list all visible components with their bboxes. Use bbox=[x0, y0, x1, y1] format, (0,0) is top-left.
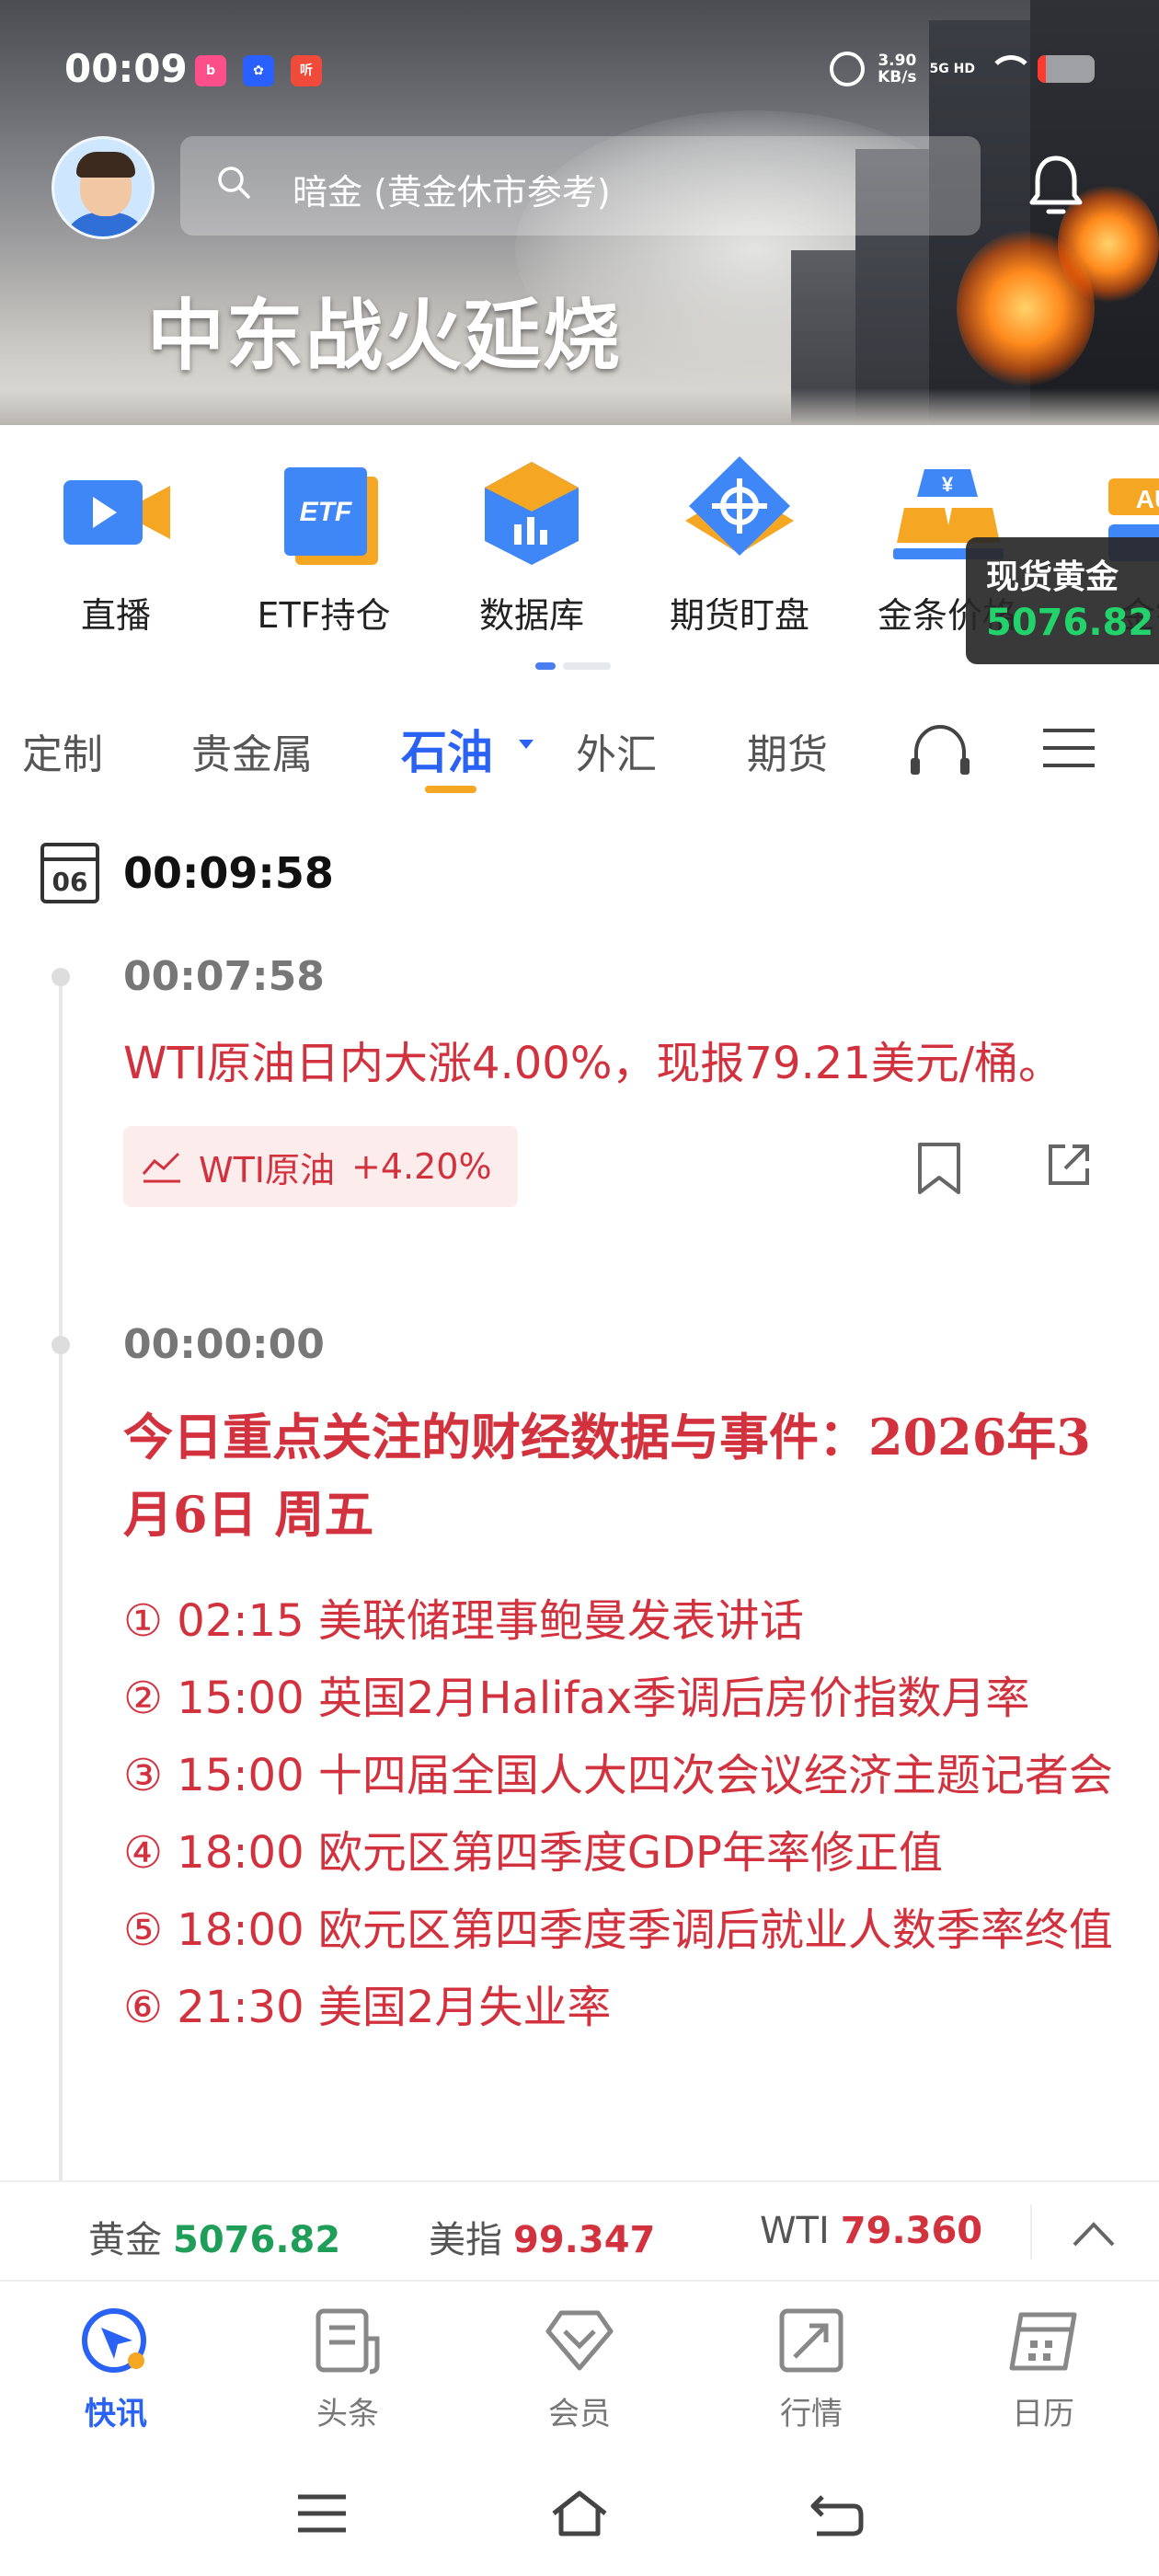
list-item: ② 15:00 英国2月Halifax季调后房价指数月率 bbox=[123, 1673, 1030, 1724]
home-icon[interactable] bbox=[550, 2488, 609, 2539]
floating-quote-value: 5076.82 bbox=[986, 602, 1154, 644]
calendar-icon: 06 bbox=[40, 843, 99, 903]
quote-tag-change: +4.20% bbox=[351, 1146, 492, 1187]
alarm-icon bbox=[830, 52, 866, 86]
price-ticker[interactable]: 黄金 5076.82 美指 99.347 WTI 79.360 bbox=[0, 2180, 1159, 2282]
tab-custom[interactable]: 定制 bbox=[22, 721, 103, 780]
target-diamond-icon bbox=[685, 456, 794, 556]
diamond-icon bbox=[545, 2310, 614, 2371]
list-item: ⑤ 18:00 欧元区第四季度季调后就业人数季率终值 bbox=[123, 1904, 1113, 1956]
tab-precious-metals[interactable]: 贵金属 bbox=[191, 721, 313, 780]
quote-tag-name: WTI原油 bbox=[199, 1149, 335, 1190]
ticker-gold[interactable]: 黄金 5076.82 bbox=[88, 2210, 340, 2263]
baidu-app-icon: ✿ bbox=[243, 55, 274, 86]
quick-entry-etf[interactable]: ETF ETF持仓 bbox=[232, 451, 416, 638]
ticker-wti[interactable]: WTI 79.360 bbox=[760, 2210, 982, 2252]
share-icon[interactable] bbox=[1045, 1141, 1093, 1189]
menu-icon[interactable] bbox=[1041, 727, 1096, 769]
database-cube-icon bbox=[485, 462, 579, 565]
recent-apps-icon[interactable] bbox=[293, 2488, 351, 2539]
carousel-indicator bbox=[535, 662, 611, 670]
nav-flash[interactable]: 快讯 bbox=[42, 2302, 189, 2433]
category-tabs: 定制 贵金属 石油 外汇 期货 bbox=[0, 708, 1159, 800]
document-icon bbox=[316, 2308, 380, 2375]
event-list: ① 02:15 美联储理事鲍曼发表讲话 ② 15:00 英国2月Halifax季… bbox=[123, 1582, 1117, 2046]
list-item: ⑥ 21:30 美国2月失业率 bbox=[123, 1982, 612, 2033]
status-bar: 00:09 b ✿ 听 3.90 KB/s 5G HD bbox=[0, 0, 1159, 138]
avatar[interactable] bbox=[52, 136, 155, 239]
nav-calendar[interactable]: 日历 bbox=[970, 2302, 1117, 2433]
ticker-dollar-index[interactable]: 美指 99.347 bbox=[429, 2210, 655, 2263]
svg-text:ETF: ETF bbox=[300, 497, 352, 527]
back-icon[interactable] bbox=[808, 2488, 866, 2539]
svg-text:¥: ¥ bbox=[942, 473, 954, 496]
calendar-icon bbox=[1009, 2312, 1077, 2371]
etf-icon: ETF bbox=[284, 467, 378, 565]
tab-oil[interactable]: 石油 bbox=[401, 716, 493, 782]
timeline-dot bbox=[52, 968, 70, 986]
bookmark-icon[interactable] bbox=[916, 1141, 962, 1196]
feed-date-header: 06 00:09:58 bbox=[40, 841, 334, 905]
nav-headlines[interactable]: 头条 bbox=[274, 2302, 421, 2433]
nav-membership[interactable]: 会员 bbox=[506, 2302, 653, 2433]
listen-app-icon: 听 bbox=[291, 55, 322, 86]
news-time: 00:07:58 bbox=[123, 953, 325, 1000]
flash-news-icon bbox=[82, 2308, 146, 2373]
news-text: WTI原油日内大涨4.00%，现报79.21美元/桶。 bbox=[123, 1038, 1063, 1089]
banner-title: 中东战火延烧 bbox=[147, 290, 623, 381]
quick-entry-futures-watch[interactable]: 期货盯盘 bbox=[648, 451, 832, 638]
signal-icon: 5G HD bbox=[929, 62, 975, 76]
bilibili-app-icon: b bbox=[195, 55, 226, 86]
tab-futures[interactable]: 期货 bbox=[747, 721, 828, 780]
rubble-ground bbox=[0, 388, 1159, 425]
battery-icon bbox=[1038, 55, 1095, 83]
list-item: ④ 18:00 欧元区第四季度GDP年率修正值 bbox=[123, 1827, 943, 1879]
quote-tag[interactable]: WTI原油 +4.20% bbox=[123, 1126, 518, 1207]
bottom-nav: 快讯 头条 会员 行情 日历 bbox=[0, 2283, 1159, 2440]
list-item: ③ 15:00 十四届全国人大四次会议经济主题记者会 bbox=[123, 1750, 1113, 1801]
quick-entry-database[interactable]: 数据库 bbox=[440, 451, 624, 638]
nav-market[interactable]: 行情 bbox=[738, 2302, 885, 2433]
search-bar[interactable]: 暗金 (黄金休市参考) bbox=[180, 136, 981, 236]
floating-quote-widget[interactable]: 现货黄金 5076.82 bbox=[966, 537, 1159, 664]
tab-dropdown-caret-icon[interactable] bbox=[519, 740, 534, 749]
net-speed: 3.90 KB/s bbox=[878, 52, 917, 86]
tab-forex[interactable]: 外汇 bbox=[576, 721, 657, 780]
trend-line-icon bbox=[142, 1152, 180, 1183]
system-nav-bar bbox=[0, 2447, 1159, 2576]
video-play-icon bbox=[63, 480, 170, 545]
list-item: ① 02:15 美联储理事鲍曼发表讲话 bbox=[123, 1595, 804, 1647]
timeline-dot bbox=[52, 1336, 70, 1354]
headset-icon[interactable] bbox=[909, 721, 971, 776]
svg-text:AU: AU bbox=[1136, 485, 1159, 513]
bell-icon[interactable] bbox=[1027, 153, 1085, 219]
clock: 00:09 bbox=[64, 46, 188, 91]
active-tab-indicator bbox=[425, 786, 476, 793]
wifi-icon bbox=[988, 55, 1034, 83]
timeline-line bbox=[59, 975, 63, 2180]
news-headline: 今日重点关注的财经数据与事件：2026年3月6日 周五 bbox=[123, 1408, 1091, 1544]
chevron-up-icon[interactable] bbox=[1071, 2214, 1117, 2250]
news-time: 00:00:00 bbox=[123, 1321, 325, 1368]
quick-entry-live[interactable]: 直播 bbox=[24, 451, 208, 638]
search-icon bbox=[218, 167, 250, 199]
feed-date-time: 00:09:58 bbox=[123, 848, 334, 898]
floating-quote-name: 现货黄金 bbox=[986, 558, 1119, 596]
search-placeholder: 暗金 (黄金休市参考) bbox=[293, 172, 611, 213]
trend-chart-icon bbox=[779, 2308, 843, 2373]
